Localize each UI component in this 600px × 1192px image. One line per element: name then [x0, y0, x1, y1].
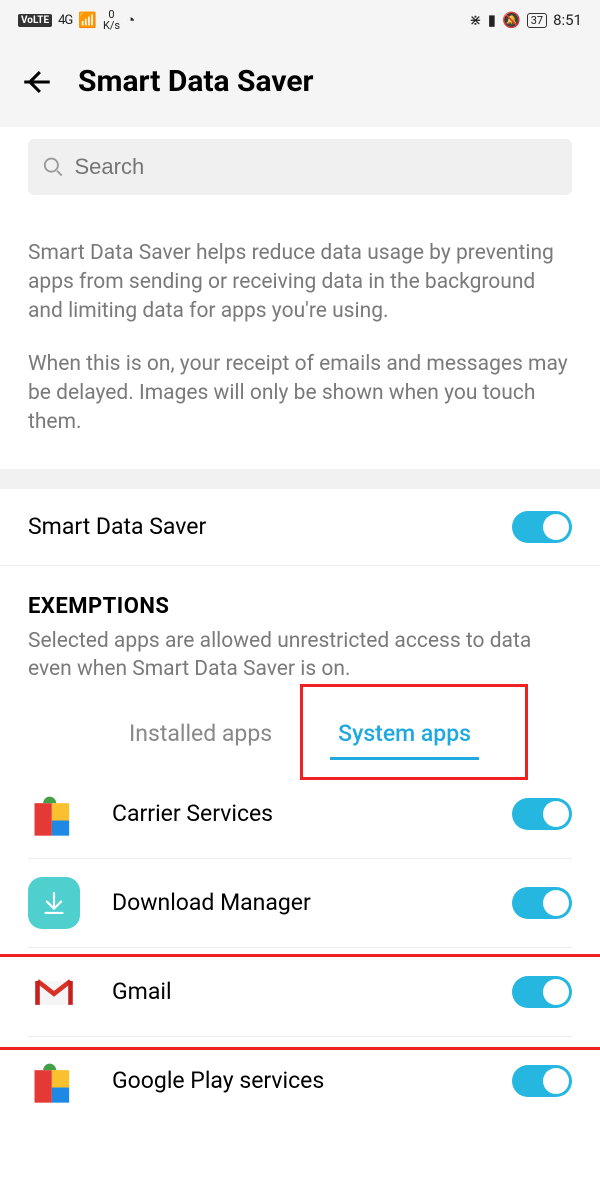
sync-icon: ◔ — [126, 11, 135, 29]
google-play-services-switch[interactable] — [512, 1065, 572, 1097]
download-manager-icon — [28, 877, 80, 929]
description-p1: Smart Data Saver helps reduce data usage… — [28, 239, 572, 326]
app-name: Gmail — [112, 978, 512, 1005]
network-type: 4G — [58, 13, 72, 28]
app-row-carrier-services: Carrier Services — [28, 770, 572, 859]
tabs: Installed apps System apps — [0, 694, 600, 770]
app-row-google-play-services: Google Play services — [28, 1037, 572, 1125]
smart-data-saver-toggle-row: Smart Data Saver — [0, 489, 600, 566]
status-bar: VoLTE 4G 📶 0 K/s ◔ ⋇ ▮ 🔕 37 8:51 — [0, 0, 600, 40]
carrier-services-switch[interactable] — [512, 798, 572, 830]
smart-data-saver-label: Smart Data Saver — [28, 513, 206, 540]
google-play-services-icon — [28, 1055, 80, 1107]
data-speed: 0 K/s — [103, 9, 120, 31]
app-header: Smart Data Saver — [0, 40, 600, 127]
gmail-switch[interactable] — [512, 976, 572, 1008]
description: Smart Data Saver helps reduce data usage… — [0, 203, 600, 469]
app-name: Google Play services — [112, 1067, 512, 1094]
smart-data-saver-switch[interactable] — [512, 511, 572, 543]
gmail-icon — [28, 966, 80, 1018]
tab-system-apps[interactable]: System apps — [330, 716, 479, 760]
divider — [0, 469, 600, 489]
search-box[interactable] — [28, 139, 572, 195]
bluetooth-icon: ⋇ — [469, 11, 482, 29]
description-p2: When this is on, your receipt of emails … — [28, 350, 572, 437]
download-manager-switch[interactable] — [512, 887, 572, 919]
app-name: Carrier Services — [112, 800, 512, 827]
battery-level: 37 — [527, 13, 547, 28]
exemptions-title: EXEMPTIONS — [28, 594, 572, 619]
search-input[interactable] — [74, 154, 558, 180]
exemptions-section: EXEMPTIONS Selected apps are allowed unr… — [0, 566, 600, 694]
mute-icon: 🔕 — [502, 11, 521, 29]
app-list: Carrier Services Download Manager Gmail — [0, 770, 600, 1125]
carrier-services-icon — [28, 788, 80, 840]
search-container — [0, 127, 600, 203]
app-name: Download Manager — [112, 889, 512, 916]
app-row-download-manager: Download Manager — [28, 859, 572, 948]
back-icon[interactable] — [20, 65, 54, 99]
app-row-gmail: Gmail — [28, 948, 572, 1037]
volte-badge: VoLTE — [18, 14, 52, 27]
clock: 8:51 — [553, 11, 582, 29]
exemptions-subtitle: Selected apps are allowed unrestricted a… — [28, 627, 572, 684]
signal-icon: 📶 — [78, 11, 97, 29]
battery-icon: ▮ — [488, 11, 496, 29]
tab-installed-apps[interactable]: Installed apps — [121, 716, 280, 760]
search-icon — [42, 155, 64, 179]
page-title: Smart Data Saver — [78, 64, 314, 99]
